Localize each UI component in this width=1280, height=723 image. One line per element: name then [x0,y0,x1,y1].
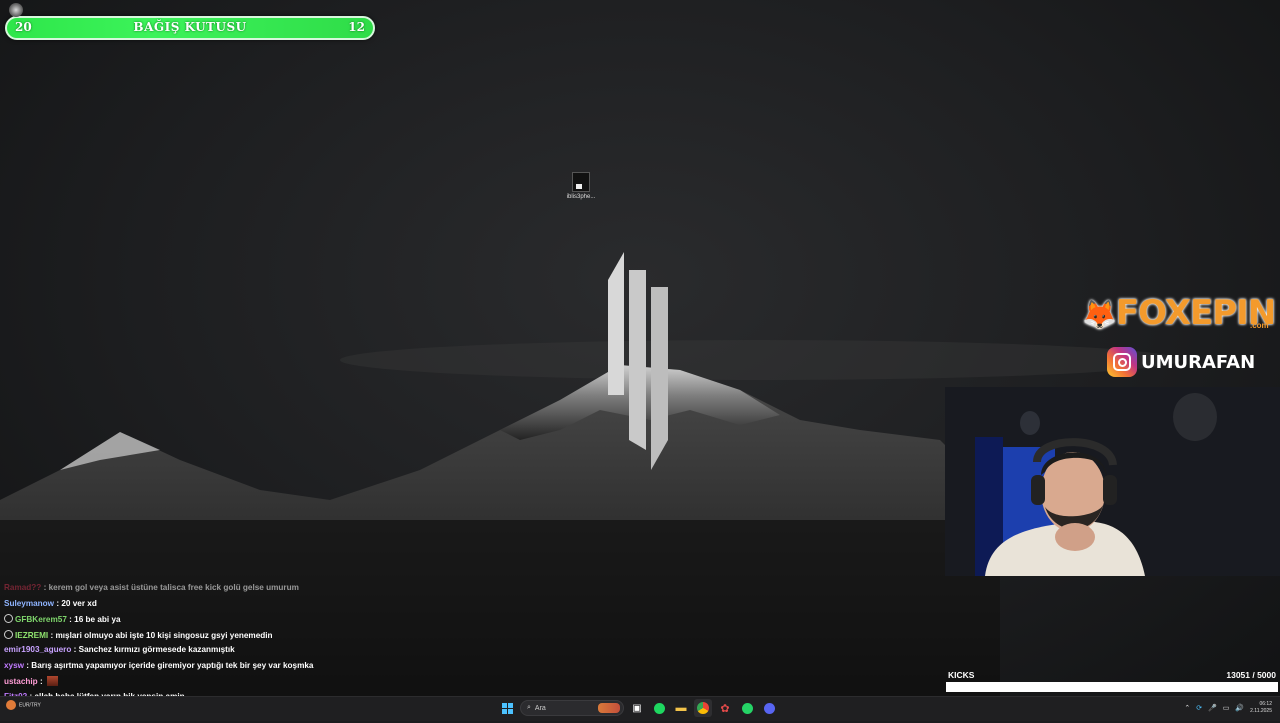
chat-message: Ramad?? : kerem gol veya asist üstüne ta… [4,583,524,599]
microphone-icon[interactable]: 🎤 [1208,704,1217,712]
task-view-icon: ▣ [632,702,642,714]
desktop-file-icon[interactable]: iblis3phe... [565,172,597,200]
file-icon [572,172,590,192]
chat-text: : [37,677,45,686]
windows-taskbar: EUR/TRY ⌕ Ara ▣ ▬ ✿ ⌃ ⟳ 🎤 ▭ 🔊 06:12 2.11… [0,696,1280,721]
chat-text: : 16 be abi ya [66,615,121,624]
donation-right-value: 12 [348,20,365,34]
chat-username[interactable]: Ramad?? [4,583,41,592]
chat-emote-icon [46,676,58,686]
kicks-goal-fill [947,683,1277,691]
chat-username[interactable]: Suleymanow [4,599,54,608]
file-explorer-button[interactable]: ▬ [672,699,690,717]
taskbar-search[interactable]: ⌕ Ara [520,700,624,716]
instagram-handle: UMURAFAN [1141,351,1256,373]
search-icon: ⌕ [527,704,531,711]
spotify-icon [653,702,665,714]
chat-username[interactable]: ustachip [4,677,38,686]
whatsapp-button[interactable] [738,699,756,717]
skrillex-logo [608,252,668,470]
chat-badge-icon [4,614,13,623]
whatsapp-icon [741,702,753,714]
chat-text: : Barış aşırtma yapamıyor içeride giremi… [24,660,314,670]
system-tray: ⌃ ⟳ 🎤 ▭ 🔊 06:12 2.11.2025 [1184,701,1272,715]
fox-icon: 🦊 [1082,298,1117,331]
chat-username[interactable]: xysw [4,661,24,670]
chat-message: ustachip : [4,676,524,692]
avatar [9,3,23,17]
clock-time: 06:12 [1259,701,1272,707]
start-button[interactable] [498,699,516,717]
chat-text: : Sanchez kırmızı görmesede kazanmıştık [71,645,235,654]
volume-icon[interactable]: 🔊 [1235,704,1244,712]
windows-icon [501,702,513,714]
chat-message: IEZREMI : mışlari olmuyo abi işte 10 kiş… [4,629,524,646]
chrome-icon [697,702,709,714]
chat-username[interactable]: GFBKerem57 [15,615,67,624]
chat-text: : kerem gol veya asist üstüne talisca fr… [41,583,299,592]
task-view-button[interactable]: ▣ [628,699,646,717]
kicks-goal-count: 13051 / 5000 [1226,670,1276,680]
sponsor-logo-suffix: .com [1250,321,1269,330]
chat-message: emir1903_aguero : Sanchez kırmızı görmes… [4,645,524,661]
wifi-icon[interactable]: ▭ [1223,704,1230,712]
weather-text: EUR/TRY [19,702,41,709]
discord-button[interactable] [760,699,778,717]
chat-message: Suleymanow : 20 ver xd [4,599,524,615]
weather-icon [6,700,16,710]
chat-username[interactable]: emir1903_aguero [4,645,71,654]
sponsor-logo: 🦊FOXEPIN [1082,293,1276,333]
chat-message: xysw : Barış aşırtma yapamıyor içeride g… [4,661,524,677]
search-highlight-icon [598,703,620,713]
chat-message: GFBKerem57 : 16 be abi ya [4,614,524,630]
desktop-file-label: iblis3phe... [566,194,596,200]
chat-text: : 20 ver xd [54,598,97,608]
chevron-up-icon[interactable]: ⌃ [1184,704,1190,712]
chat-text: : mışlari olmuyo abi işte 10 kişi singos… [48,630,273,640]
spotify-button[interactable] [650,699,668,717]
chat-username[interactable]: IEZREMI [15,631,48,640]
clock-date: 2.11.2025 [1250,708,1272,714]
webcam-feed [945,387,1280,576]
donation-progress-bar: 20 BAĞIŞ KUTUSU 12 [5,16,375,40]
chat-badge-icon [4,629,13,639]
search-placeholder: Ara [534,704,546,712]
instagram-handle-overlay: UMURAFAN [1107,347,1255,377]
sync-icon[interactable]: ⟳ [1196,704,1202,712]
instagram-icon [1107,347,1137,377]
app-button-red[interactable]: ✿ [716,699,734,717]
chrome-button[interactable] [694,699,712,717]
weather-widget[interactable]: EUR/TRY [6,700,41,710]
taskbar-apps: ⌕ Ara ▣ ▬ ✿ [498,699,778,717]
app-icon-red: ✿ [720,702,730,715]
donation-title: BAĞIŞ KUTUSU [133,20,247,34]
discord-icon [763,702,775,714]
streamer-video [945,387,1280,576]
folder-icon: ▬ [675,702,687,714]
kicks-goal-progress-bar [946,682,1278,692]
kicks-goal-label: KICKS [948,670,975,680]
clock[interactable]: 06:12 2.11.2025 [1250,701,1272,715]
